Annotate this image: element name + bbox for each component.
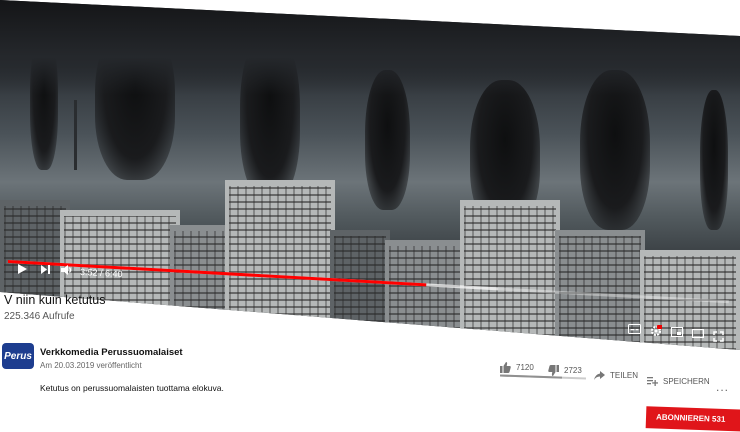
like-count: 7120 xyxy=(516,363,534,372)
save-label: SPEICHERN xyxy=(663,377,710,386)
volume-icon xyxy=(61,265,72,275)
publish-date: Am 20.03.2019 veröffentlicht xyxy=(40,361,142,370)
add-to-playlist-icon xyxy=(647,377,658,386)
miniplayer-icon xyxy=(671,327,683,337)
settings-button[interactable] xyxy=(650,325,663,339)
channel-name[interactable]: Verkkomedia Perussuomalaiset xyxy=(40,347,183,358)
thumbs-up-icon xyxy=(500,362,511,373)
subscriber-count: 531 xyxy=(711,414,726,424)
save-button[interactable]: SPEICHERN xyxy=(647,377,710,386)
video-title: V niin kuin ketutus xyxy=(4,293,106,307)
dislike-count: 2723 xyxy=(564,366,582,375)
miniplayer-button[interactable] xyxy=(671,327,683,339)
share-label: TEILEN xyxy=(610,371,639,380)
volume-button[interactable] xyxy=(60,264,73,278)
subtitles-button[interactable] xyxy=(628,324,641,336)
current-time: 3:52 xyxy=(79,266,98,278)
subscribe-button[interactable]: ABONNIEREN 531 xyxy=(645,406,740,432)
fullscreen-button[interactable] xyxy=(713,331,724,344)
next-button[interactable] xyxy=(40,264,51,277)
more-actions-button[interactable]: ... xyxy=(716,380,729,394)
next-icon xyxy=(41,265,50,274)
video-player[interactable]: 3:52 / 6:40 xyxy=(0,0,740,350)
fullscreen-icon xyxy=(713,331,724,342)
subscribe-label: ABONNIEREN xyxy=(655,412,710,424)
subtitles-icon xyxy=(628,324,641,334)
play-button[interactable] xyxy=(16,263,28,277)
total-time: 6:40 xyxy=(104,268,123,280)
time-display: 3:52 / 6:40 xyxy=(80,267,123,279)
like-button[interactable]: 7120 xyxy=(500,362,534,373)
play-icon xyxy=(18,264,27,274)
theater-icon xyxy=(691,328,705,339)
share-icon xyxy=(594,371,605,380)
thumbs-down-icon xyxy=(548,365,559,376)
view-count: 225.346 Aufrufe xyxy=(4,311,75,322)
video-description: Ketutus on perussuomalaisten tuottama el… xyxy=(40,383,224,393)
channel-avatar[interactable]: Perus xyxy=(2,343,34,369)
settings-icon xyxy=(650,325,663,337)
theater-mode-button[interactable] xyxy=(691,328,705,340)
share-button[interactable]: TEILEN xyxy=(594,371,638,380)
dislike-button[interactable]: 2723 xyxy=(548,365,582,376)
